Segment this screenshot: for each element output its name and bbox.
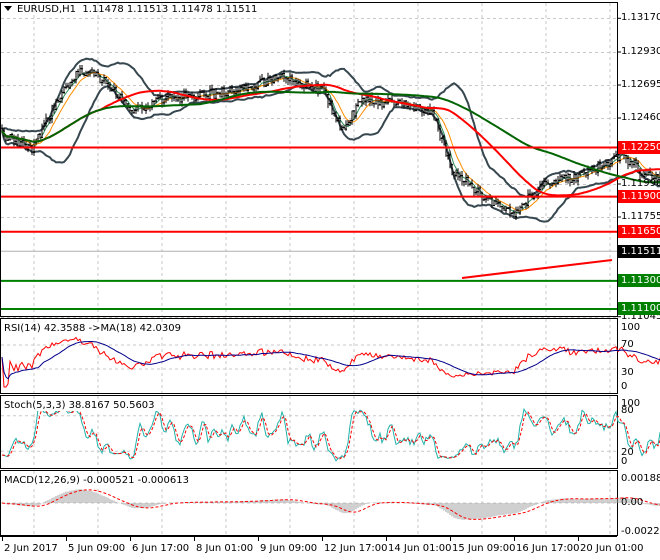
stoch-label: Stoch(5,3,3) 38.8167 50.5603 xyxy=(4,400,157,411)
stoch-axis-0: 0 xyxy=(621,456,628,467)
time-label: 15 Jun 09:00 xyxy=(452,543,516,554)
price-axis-label: 1.11990 xyxy=(621,178,660,189)
symbol-label: EURUSD,H1 xyxy=(17,4,77,15)
current-price-tag: 1.11511 xyxy=(618,244,660,258)
price-axis-label: 1.11755 xyxy=(621,211,660,222)
rsi-axis-70: 70 xyxy=(621,339,634,350)
level-price-tag: 1.11100 xyxy=(618,302,660,316)
macd-axis-zero: 0.00 xyxy=(621,497,644,508)
time-label: 5 Jun 09:00 xyxy=(68,543,126,554)
ohlc-values: 1.11478 1.11513 1.11478 1.11511 xyxy=(82,4,258,15)
macd-label: MACD(12,26,9) -0.000521 -0.000613 xyxy=(4,475,191,486)
time-label: 8 Jun 01:00 xyxy=(196,543,254,554)
rsi-axis-30: 30 xyxy=(621,367,634,378)
chart-header: EURUSD,H1 1.11478 1.11513 1.11478 1.1151… xyxy=(4,4,257,15)
price-axis-label: 1.12930 xyxy=(621,45,660,57)
level-price-tag: 1.11300 xyxy=(618,274,660,288)
rsi-axis-100: 100 xyxy=(621,322,641,333)
macd-axis-max: 0.001886 xyxy=(621,473,660,484)
rsi-axis-0: 0 xyxy=(621,381,628,392)
time-label: 9 Jun 09:00 xyxy=(260,543,318,554)
chart-window[interactable]: EURUSD,H1 1.11478 1.11513 1.11478 1.1151… xyxy=(0,0,660,560)
time-label: 16 Jun 17:00 xyxy=(516,543,580,554)
price-axis-label: 1.12460 xyxy=(621,111,660,123)
level-price-tag: 1.12250 xyxy=(618,140,660,154)
rsi-label: RSI(14) 42.3588 ->MA(18) 42.0309 xyxy=(4,323,183,334)
dropdown-triangle-icon[interactable] xyxy=(4,6,12,11)
level-price-tag: 1.11650 xyxy=(618,225,660,239)
time-label: 14 Jun 01:00 xyxy=(388,543,452,554)
level-price-tag: 1.11900 xyxy=(618,190,660,204)
macd-axis-min: -0.002253 xyxy=(621,526,660,537)
time-label: 6 Jun 17:00 xyxy=(132,543,190,554)
time-label: 20 Jun 01:00 xyxy=(580,543,644,554)
time-label: 2 Jun 2017 xyxy=(4,543,58,554)
price-axis-label: 1.12695 xyxy=(621,78,660,90)
stoch-axis-80: 80 xyxy=(621,405,634,416)
time-label: 12 Jun 17:00 xyxy=(324,543,388,554)
price-axis-label: 1.13170 xyxy=(621,12,660,24)
